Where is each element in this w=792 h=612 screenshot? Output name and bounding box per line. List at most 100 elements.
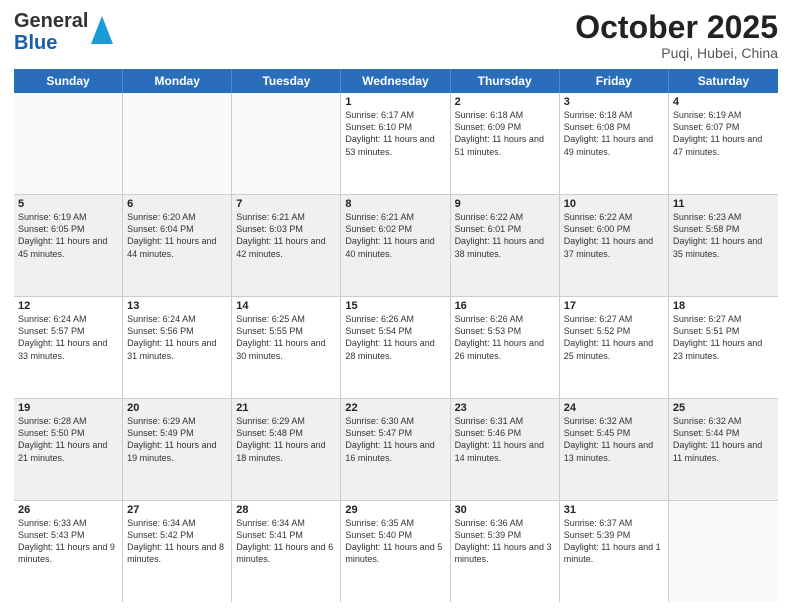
month-title: October 2025 (575, 10, 778, 45)
cell-info: Sunrise: 6:23 AMSunset: 5:58 PMDaylight:… (673, 211, 774, 260)
day-number: 28 (236, 504, 336, 516)
day-number: 13 (127, 300, 227, 312)
cell-info: Sunrise: 6:19 AMSunset: 6:07 PMDaylight:… (673, 109, 774, 158)
cell-info: Sunrise: 6:22 AMSunset: 6:01 PMDaylight:… (455, 211, 555, 260)
calendar-cell: 21Sunrise: 6:29 AMSunset: 5:48 PMDayligh… (232, 399, 341, 500)
day-number: 3 (564, 96, 664, 108)
calendar-cell (669, 501, 778, 602)
calendar-cell: 18Sunrise: 6:27 AMSunset: 5:51 PMDayligh… (669, 297, 778, 398)
day-number: 4 (673, 96, 774, 108)
calendar-cell: 6Sunrise: 6:20 AMSunset: 6:04 PMDaylight… (123, 195, 232, 296)
day-number: 1 (345, 96, 445, 108)
cell-info: Sunrise: 6:32 AMSunset: 5:45 PMDaylight:… (564, 415, 664, 464)
cell-info: Sunrise: 6:29 AMSunset: 5:49 PMDaylight:… (127, 415, 227, 464)
logo-general: General (14, 10, 88, 32)
day-number: 16 (455, 300, 555, 312)
calendar-week-3: 12Sunrise: 6:24 AMSunset: 5:57 PMDayligh… (14, 297, 778, 399)
day-number: 6 (127, 198, 227, 210)
calendar-cell: 9Sunrise: 6:22 AMSunset: 6:01 PMDaylight… (451, 195, 560, 296)
day-number: 10 (564, 198, 664, 210)
calendar-week-1: 1Sunrise: 6:17 AMSunset: 6:10 PMDaylight… (14, 93, 778, 195)
calendar-cell: 8Sunrise: 6:21 AMSunset: 6:02 PMDaylight… (341, 195, 450, 296)
calendar-cell: 30Sunrise: 6:36 AMSunset: 5:39 PMDayligh… (451, 501, 560, 602)
day-number: 2 (455, 96, 555, 108)
calendar-cell: 31Sunrise: 6:37 AMSunset: 5:39 PMDayligh… (560, 501, 669, 602)
cell-info: Sunrise: 6:34 AMSunset: 5:41 PMDaylight:… (236, 517, 336, 566)
cell-info: Sunrise: 6:32 AMSunset: 5:44 PMDaylight:… (673, 415, 774, 464)
page-container: General Blue October 2025 Puqi, Hubei, C… (0, 0, 792, 612)
cell-info: Sunrise: 6:18 AMSunset: 6:09 PMDaylight:… (455, 109, 555, 158)
day-number: 8 (345, 198, 445, 210)
calendar-cell: 4Sunrise: 6:19 AMSunset: 6:07 PMDaylight… (669, 93, 778, 194)
header-day-thursday: Thursday (451, 69, 560, 93)
calendar-cell: 14Sunrise: 6:25 AMSunset: 5:55 PMDayligh… (232, 297, 341, 398)
calendar-week-5: 26Sunrise: 6:33 AMSunset: 5:43 PMDayligh… (14, 501, 778, 602)
cell-info: Sunrise: 6:21 AMSunset: 6:03 PMDaylight:… (236, 211, 336, 260)
cell-info: Sunrise: 6:18 AMSunset: 6:08 PMDaylight:… (564, 109, 664, 158)
logo: General Blue (14, 10, 113, 54)
cell-info: Sunrise: 6:29 AMSunset: 5:48 PMDaylight:… (236, 415, 336, 464)
cell-info: Sunrise: 6:17 AMSunset: 6:10 PMDaylight:… (345, 109, 445, 158)
cell-info: Sunrise: 6:33 AMSunset: 5:43 PMDaylight:… (18, 517, 118, 566)
header-day-sunday: Sunday (14, 69, 123, 93)
calendar-cell: 25Sunrise: 6:32 AMSunset: 5:44 PMDayligh… (669, 399, 778, 500)
calendar-cell: 11Sunrise: 6:23 AMSunset: 5:58 PMDayligh… (669, 195, 778, 296)
calendar-header-row: SundayMondayTuesdayWednesdayThursdayFrid… (14, 69, 778, 93)
title-block: October 2025 Puqi, Hubei, China (575, 10, 778, 61)
calendar-week-4: 19Sunrise: 6:28 AMSunset: 5:50 PMDayligh… (14, 399, 778, 501)
cell-info: Sunrise: 6:37 AMSunset: 5:39 PMDaylight:… (564, 517, 664, 566)
day-number: 22 (345, 402, 445, 414)
calendar-cell: 12Sunrise: 6:24 AMSunset: 5:57 PMDayligh… (14, 297, 123, 398)
calendar-cell: 26Sunrise: 6:33 AMSunset: 5:43 PMDayligh… (14, 501, 123, 602)
day-number: 19 (18, 402, 118, 414)
cell-info: Sunrise: 6:34 AMSunset: 5:42 PMDaylight:… (127, 517, 227, 566)
day-number: 31 (564, 504, 664, 516)
header-day-friday: Friday (560, 69, 669, 93)
day-number: 30 (455, 504, 555, 516)
day-number: 25 (673, 402, 774, 414)
day-number: 7 (236, 198, 336, 210)
cell-info: Sunrise: 6:21 AMSunset: 6:02 PMDaylight:… (345, 211, 445, 260)
calendar-cell (232, 93, 341, 194)
day-number: 21 (236, 402, 336, 414)
header-day-saturday: Saturday (669, 69, 778, 93)
cell-info: Sunrise: 6:35 AMSunset: 5:40 PMDaylight:… (345, 517, 445, 566)
day-number: 11 (673, 198, 774, 210)
cell-info: Sunrise: 6:30 AMSunset: 5:47 PMDaylight:… (345, 415, 445, 464)
header-day-tuesday: Tuesday (232, 69, 341, 93)
cell-info: Sunrise: 6:31 AMSunset: 5:46 PMDaylight:… (455, 415, 555, 464)
day-number: 27 (127, 504, 227, 516)
header: General Blue October 2025 Puqi, Hubei, C… (14, 10, 778, 61)
calendar-cell: 7Sunrise: 6:21 AMSunset: 6:03 PMDaylight… (232, 195, 341, 296)
day-number: 23 (455, 402, 555, 414)
calendar-cell: 19Sunrise: 6:28 AMSunset: 5:50 PMDayligh… (14, 399, 123, 500)
calendar-cell: 20Sunrise: 6:29 AMSunset: 5:49 PMDayligh… (123, 399, 232, 500)
calendar-cell: 27Sunrise: 6:34 AMSunset: 5:42 PMDayligh… (123, 501, 232, 602)
day-number: 15 (345, 300, 445, 312)
calendar-cell: 17Sunrise: 6:27 AMSunset: 5:52 PMDayligh… (560, 297, 669, 398)
cell-info: Sunrise: 6:26 AMSunset: 5:54 PMDaylight:… (345, 313, 445, 362)
calendar-body: 1Sunrise: 6:17 AMSunset: 6:10 PMDaylight… (14, 93, 778, 602)
calendar-cell: 29Sunrise: 6:35 AMSunset: 5:40 PMDayligh… (341, 501, 450, 602)
day-number: 29 (345, 504, 445, 516)
calendar-cell: 13Sunrise: 6:24 AMSunset: 5:56 PMDayligh… (123, 297, 232, 398)
cell-info: Sunrise: 6:26 AMSunset: 5:53 PMDaylight:… (455, 313, 555, 362)
header-day-wednesday: Wednesday (341, 69, 450, 93)
day-number: 17 (564, 300, 664, 312)
location: Puqi, Hubei, China (575, 45, 778, 61)
logo-triangle-icon (91, 16, 113, 44)
calendar-cell (123, 93, 232, 194)
cell-info: Sunrise: 6:25 AMSunset: 5:55 PMDaylight:… (236, 313, 336, 362)
day-number: 14 (236, 300, 336, 312)
calendar: SundayMondayTuesdayWednesdayThursdayFrid… (14, 69, 778, 602)
calendar-cell: 24Sunrise: 6:32 AMSunset: 5:45 PMDayligh… (560, 399, 669, 500)
cell-info: Sunrise: 6:22 AMSunset: 6:00 PMDaylight:… (564, 211, 664, 260)
calendar-cell: 16Sunrise: 6:26 AMSunset: 5:53 PMDayligh… (451, 297, 560, 398)
day-number: 12 (18, 300, 118, 312)
cell-info: Sunrise: 6:28 AMSunset: 5:50 PMDaylight:… (18, 415, 118, 464)
logo-blue: Blue (14, 32, 88, 54)
cell-info: Sunrise: 6:20 AMSunset: 6:04 PMDaylight:… (127, 211, 227, 260)
calendar-cell: 2Sunrise: 6:18 AMSunset: 6:09 PMDaylight… (451, 93, 560, 194)
cell-info: Sunrise: 6:19 AMSunset: 6:05 PMDaylight:… (18, 211, 118, 260)
cell-info: Sunrise: 6:27 AMSunset: 5:52 PMDaylight:… (564, 313, 664, 362)
